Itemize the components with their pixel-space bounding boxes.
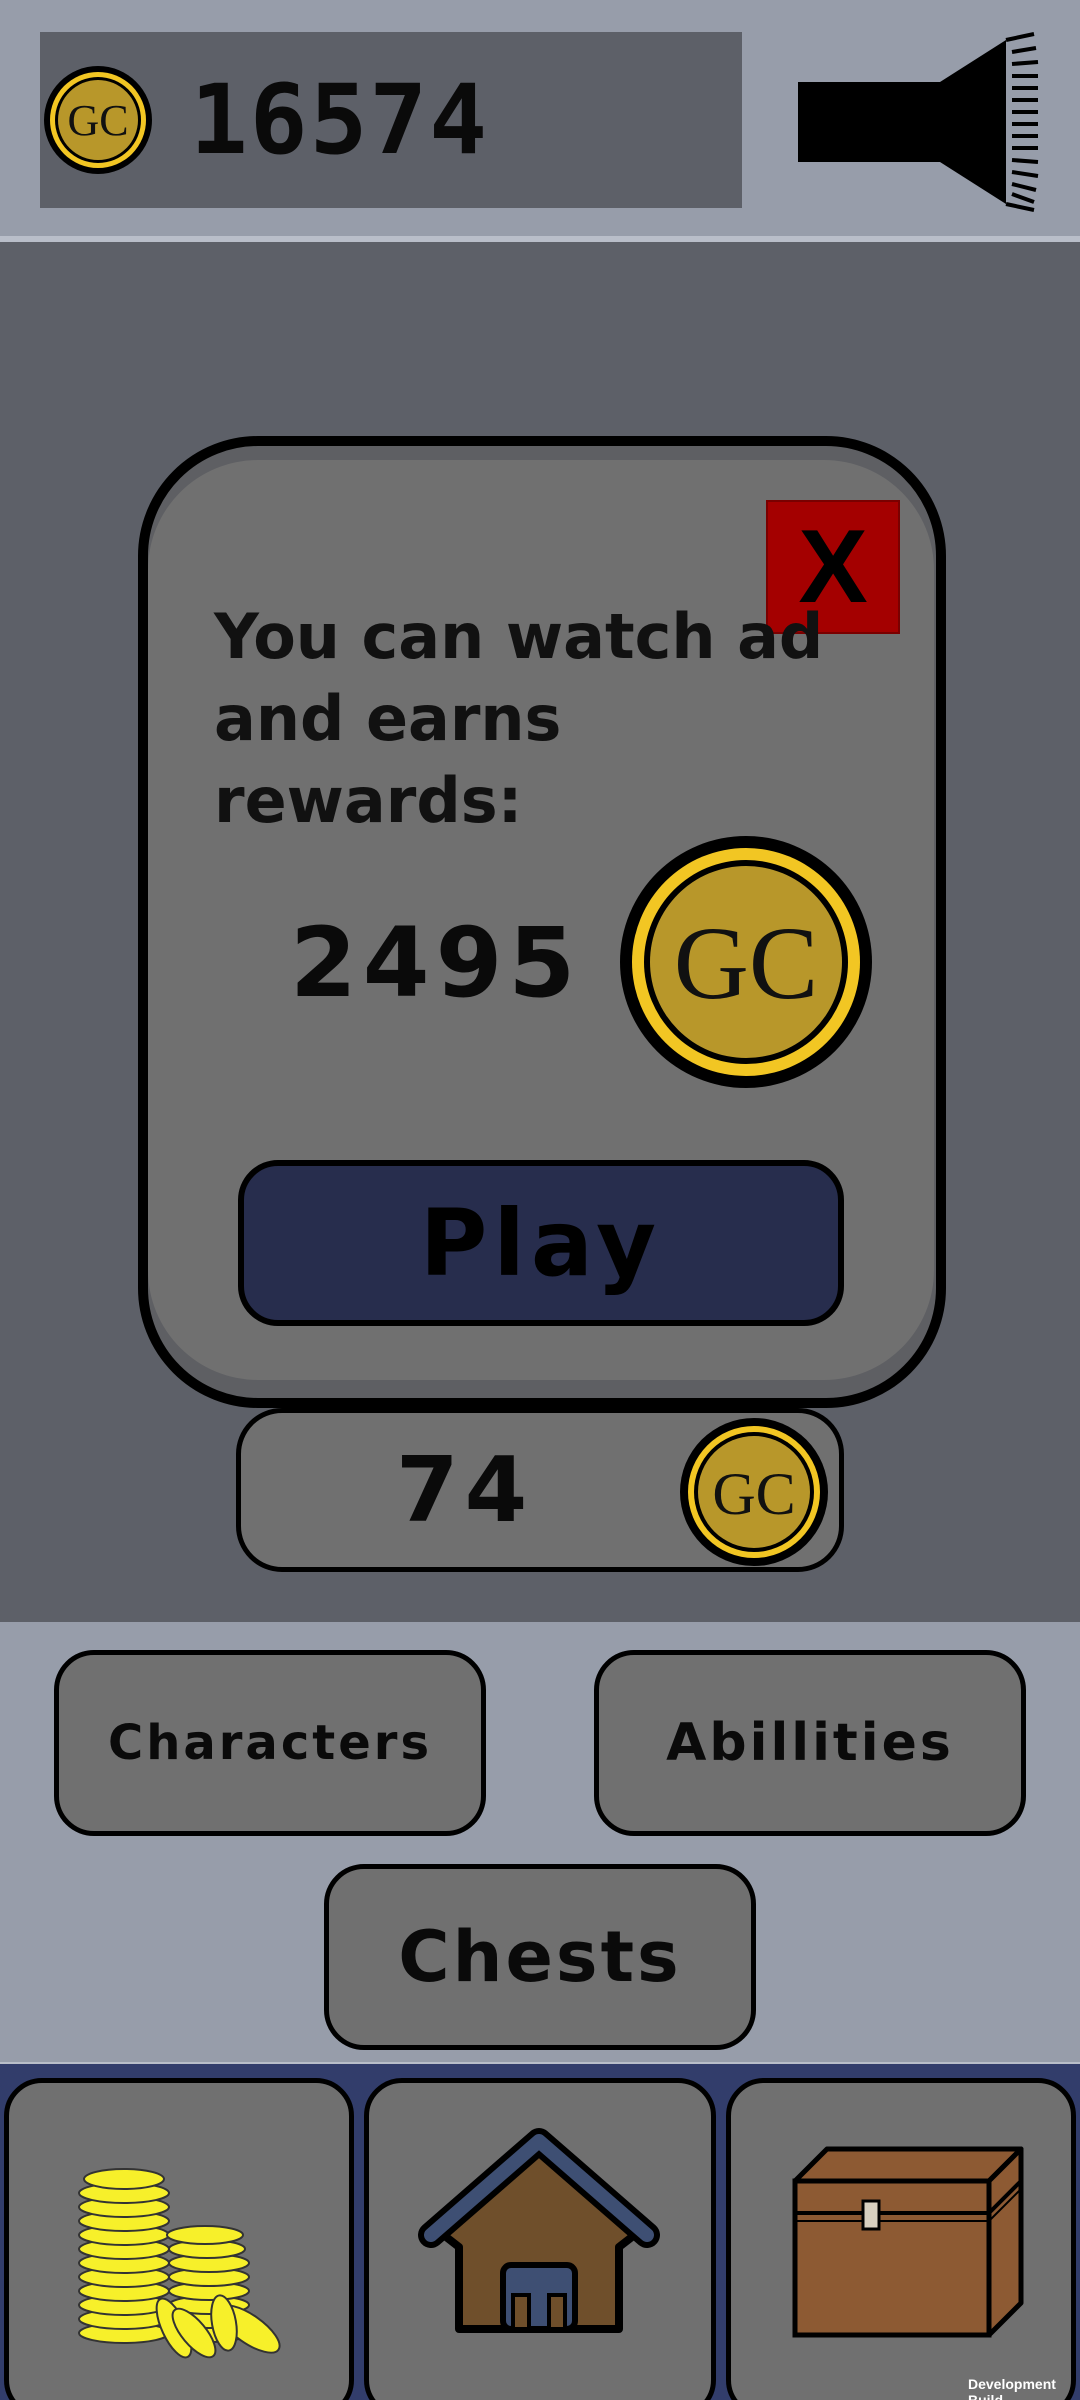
coin-balance: 16574 [190, 64, 489, 176]
gold-coin-icon: GC [44, 66, 152, 174]
reward-coin-icon: GC [620, 836, 872, 1088]
svg-text:GC: GC [67, 96, 128, 145]
small-coin-icon: GC [680, 1418, 828, 1566]
flashlight-icon[interactable] [790, 28, 1050, 212]
coin-stack-icon [78, 2168, 281, 2359]
abilities-button[interactable]: Abillities [594, 1650, 1026, 1836]
popup-message: You can watch ad and earns rewards: [214, 600, 824, 837]
ad-reward-counter-amount: 74 [396, 1438, 534, 1543]
chests-button[interactable]: Chests [324, 1864, 756, 2050]
reward-amount: 2495 [290, 907, 582, 1019]
play-ad-button[interactable]: Play [238, 1160, 844, 1326]
nav-tab-home[interactable] [364, 2078, 716, 2400]
nav-tab-chests[interactable] [726, 2078, 1076, 2400]
characters-button[interactable]: Characters [54, 1650, 486, 1836]
svg-text:GC: GC [712, 1461, 795, 1527]
chest-icon [792, 2146, 1024, 2338]
house-icon [418, 2128, 660, 2333]
nav-tab-coins[interactable] [4, 2078, 354, 2400]
dev-build-label: Development Build [968, 2376, 1056, 2400]
svg-text:GC: GC [674, 906, 818, 1021]
